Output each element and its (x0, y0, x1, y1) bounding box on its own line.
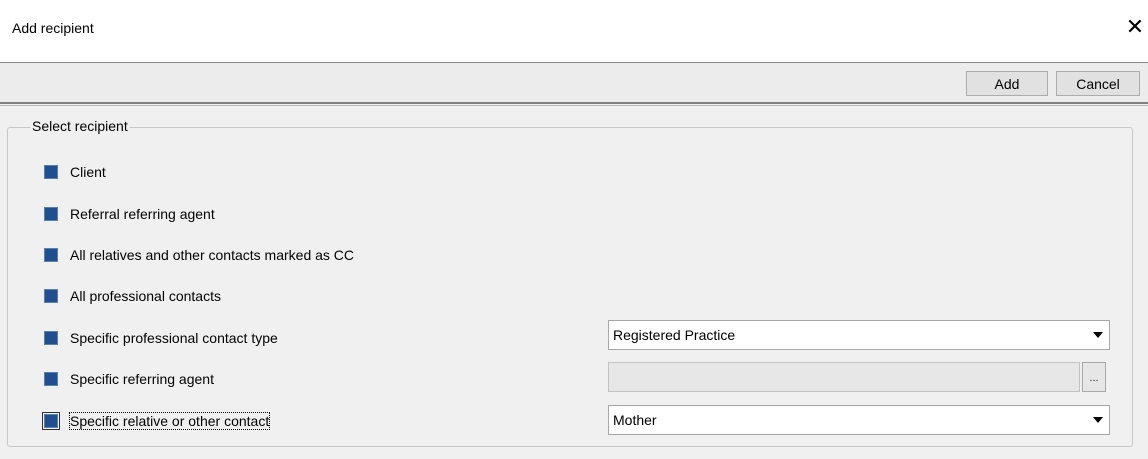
cancel-button[interactable]: Cancel (1056, 71, 1140, 96)
select-value: Registered Practice (613, 327, 736, 343)
client-checkbox[interactable] (44, 165, 58, 179)
dialog-title: Add recipient (12, 20, 94, 36)
option-label: Client (70, 164, 106, 180)
add-button[interactable]: Add (966, 71, 1048, 96)
option-label: Specific professional contact type (70, 330, 278, 346)
relative-contact-select[interactable]: Mother (608, 405, 1110, 435)
option-label: Specific referring agent (70, 371, 214, 387)
close-icon[interactable]: ✕ (1124, 15, 1146, 39)
toolbar-divider (0, 102, 1148, 104)
relatives-cc-checkbox[interactable] (44, 248, 58, 262)
referring-agent-field[interactable] (608, 362, 1080, 392)
option-label: Referral referring agent (70, 206, 215, 222)
chevron-down-icon[interactable] (1093, 332, 1103, 338)
select-value: Mother (613, 412, 657, 428)
specific-relative-contact-checkbox[interactable] (42, 412, 60, 430)
specific-referring-agent-checkbox[interactable] (44, 372, 58, 386)
professional-contact-type-select[interactable]: Registered Practice (608, 320, 1110, 350)
option-label: All relatives and other contacts marked … (70, 247, 355, 263)
referral-referring-agent-checkbox[interactable] (44, 207, 58, 221)
all-professional-contacts-checkbox[interactable] (44, 289, 58, 303)
select-recipient-group (7, 127, 1133, 447)
group-legend: Select recipient (30, 118, 130, 134)
specific-professional-contact-type-checkbox[interactable] (44, 331, 58, 345)
title-bar: Add recipient ✕ (0, 0, 1148, 62)
option-label: All professional contacts (70, 288, 221, 304)
browse-button[interactable]: ... (1082, 362, 1106, 392)
chevron-down-icon[interactable] (1093, 417, 1103, 423)
option-label: Specific relative or other contact (68, 412, 271, 430)
toolbar-divider-light (0, 105, 1148, 106)
